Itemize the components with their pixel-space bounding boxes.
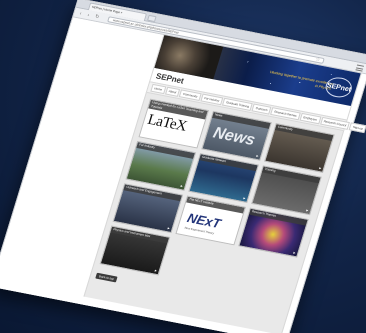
arrow-icon: ▸ (292, 249, 297, 256)
tile-grid: Using Overleaf for LaTeX Teaching and Tu… (95, 93, 343, 301)
tile-research-themes[interactable]: Research Themes ▸ (238, 207, 309, 258)
back-icon[interactable]: ‹ (77, 10, 85, 17)
tile-graduate-network[interactable]: Graduate Network ▸ (188, 153, 259, 204)
arrow-icon: ▸ (318, 165, 323, 171)
nav-item-signup[interactable]: Sign-up (348, 122, 366, 134)
arrow-icon: ▸ (242, 195, 247, 201)
scene: SEPnet | Home Page × ‹ › ↻ www.sepnet.ac… (0, 0, 366, 333)
arrow-icon: ▸ (154, 267, 158, 273)
arrow-icon: ▸ (255, 153, 260, 159)
nav-item-about[interactable]: About (164, 86, 181, 97)
forward-icon[interactable]: › (84, 12, 92, 19)
tile-industry[interactable]: For Industry ▸ (125, 140, 197, 191)
tile-news[interactable]: News News ▸ (201, 110, 272, 161)
back-to-top-button[interactable]: Back to top (95, 272, 118, 283)
menu-icon[interactable] (355, 64, 365, 72)
arrow-icon: ▸ (167, 225, 171, 231)
nav-item-home[interactable]: Home (150, 83, 167, 95)
tile-label: Community (274, 124, 334, 141)
page-content: Working together to promote excellence i… (0, 17, 366, 333)
news-logo: News (211, 124, 258, 149)
site-container: Working together to promote excellence i… (83, 34, 366, 333)
tile-physics-labs[interactable]: Physics and Instrument labs ▸ (99, 225, 171, 276)
tile-outreach[interactable]: Outreach and Engagement ▸ (112, 183, 184, 234)
tile-training[interactable]: Training ▸ (251, 165, 322, 216)
tile-latex[interactable]: Using Overleaf for LaTeX Teaching and Tu… (138, 98, 210, 149)
tile-next-institute[interactable]: The NExT Institute NExT New Experiment T… (175, 195, 247, 246)
arrow-icon: ▸ (180, 183, 184, 189)
tile-community[interactable]: Community ▸ (264, 123, 335, 173)
reload-icon[interactable]: ↻ (93, 14, 101, 21)
latex-logo: LaTeX (145, 111, 189, 135)
browser-window: SEPnet | Home Page × ‹ › ↻ www.sepnet.ac… (0, 0, 366, 333)
arrow-icon: ▸ (305, 207, 310, 213)
